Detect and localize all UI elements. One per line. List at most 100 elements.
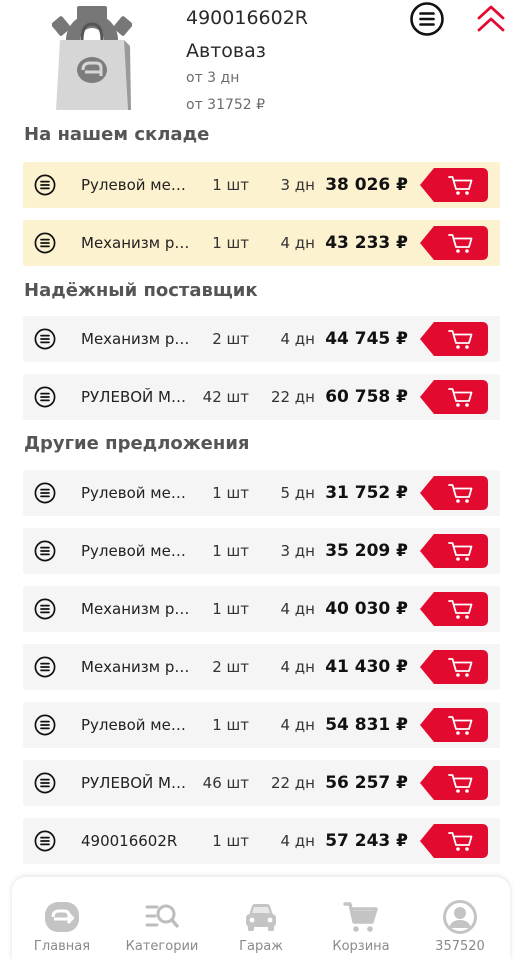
- offer-row[interactable]: РУЛЕВОЙ МЕХАНИЗМ 46 шт 22 дн 56 257 ₽: [23, 760, 500, 806]
- offer-price: 57 243 ₽: [325, 831, 408, 851]
- offer-qty: 1 шт: [212, 176, 249, 194]
- offer-qty: 1 шт: [212, 600, 249, 618]
- nav-label-garage: Гараж: [239, 939, 283, 954]
- section-title-other-offers: Другие предложения: [24, 433, 250, 454]
- chevron-double-up-icon[interactable]: [474, 2, 508, 36]
- nav-garage[interactable]: Гараж: [213, 877, 309, 960]
- offer-days: 3 дн: [280, 176, 316, 194]
- list-circle-icon[interactable]: [34, 598, 56, 620]
- offer-price: 60 758 ₽: [325, 387, 408, 407]
- offer-price: 31 752 ₽: [325, 483, 408, 503]
- list-circle-icon[interactable]: [34, 830, 56, 852]
- list-circle-icon[interactable]: [34, 714, 56, 736]
- product-header: 490016602R Автоваз от 3 дн от 31752 ₽: [0, 0, 523, 120]
- offer-qty: 1 шт: [212, 832, 249, 850]
- offer-row[interactable]: Механизм рулевой 1 шт 4 дн 43 233 ₽: [23, 220, 500, 266]
- offer-name: Рулевой механизм: [81, 484, 193, 502]
- offer-row[interactable]: РУЛЕВОЙ МЕХАНИЗМ 42 шт 22 дн 60 758 ₽: [23, 374, 500, 420]
- offer-name: Механизм рулевой: [81, 330, 193, 348]
- add-to-cart-button[interactable]: [420, 708, 488, 742]
- offer-name: Рулевой механизм: [81, 716, 193, 734]
- brand-name: Автоваз: [186, 40, 266, 62]
- offer-days: 4 дн: [280, 600, 316, 618]
- list-circle-icon[interactable]: [34, 386, 56, 408]
- offer-qty: 1 шт: [212, 716, 249, 734]
- offer-days: 4 дн: [280, 234, 316, 252]
- add-to-cart-button[interactable]: [420, 168, 488, 202]
- product-image: [52, 6, 132, 110]
- offer-price: 40 030 ₽: [325, 599, 408, 619]
- offer-qty: 2 шт: [212, 330, 249, 348]
- add-to-cart-button[interactable]: [420, 226, 488, 260]
- offer-row[interactable]: Рулевой механизм 1 шт 5 дн 31 752 ₽: [23, 470, 500, 516]
- car-icon: [246, 904, 276, 931]
- list-circle-icon[interactable]: [34, 232, 56, 254]
- offer-price: 43 233 ₽: [325, 233, 408, 253]
- add-to-cart-button[interactable]: [420, 592, 488, 626]
- offer-days: 5 дн: [280, 484, 316, 502]
- offer-name: РУЛЕВОЙ МЕХАНИЗМ: [81, 774, 193, 792]
- add-to-cart-button[interactable]: [420, 766, 488, 800]
- section-title-reliable-supplier: Надёжный поставщик: [24, 280, 258, 301]
- offer-price: 44 745 ₽: [325, 329, 408, 349]
- list-circle-icon[interactable]: [34, 656, 56, 678]
- offer-row[interactable]: Рулевой механизм 1 шт 4 дн 54 831 ₽: [23, 702, 500, 748]
- add-to-cart-button[interactable]: [420, 534, 488, 568]
- offer-days: 22 дн: [270, 388, 315, 406]
- home-logo-icon: [45, 902, 79, 932]
- section-title-own-stock: На нашем складе: [24, 124, 210, 145]
- cart-icon: [343, 902, 378, 932]
- offer-qty: 1 шт: [212, 234, 249, 252]
- nav-label-home: Главная: [33, 939, 91, 954]
- offer-days: 4 дн: [280, 832, 316, 850]
- offer-qty: 42 шт: [202, 388, 249, 406]
- offer-price: 38 026 ₽: [325, 175, 408, 195]
- offer-days: 4 дн: [280, 330, 316, 348]
- nav-label-cart: Корзина: [332, 939, 390, 954]
- offer-qty: 46 шт: [202, 774, 249, 792]
- list-circle-icon[interactable]: [34, 482, 56, 504]
- list-circle-icon[interactable]: [34, 772, 56, 794]
- nav-label-profile: 357520: [435, 939, 485, 954]
- offer-row[interactable]: Механизм рулевой 2 шт 4 дн 44 745 ₽: [23, 316, 500, 362]
- offer-row[interactable]: 490016602R 1 шт 4 дн 57 243 ₽: [23, 818, 500, 864]
- nav-cart[interactable]: Корзина: [313, 877, 409, 960]
- offer-row[interactable]: Рулевой механизм 1 шт 3 дн 35 209 ₽: [23, 528, 500, 574]
- menu-circle-icon[interactable]: [409, 1, 445, 37]
- offer-price: 35 209 ₽: [325, 541, 408, 561]
- offer-days: 22 дн: [270, 774, 315, 792]
- offer-price: 56 257 ₽: [325, 773, 408, 793]
- list-circle-icon[interactable]: [34, 174, 56, 196]
- nav-categories[interactable]: Категории: [114, 877, 210, 960]
- add-to-cart-button[interactable]: [420, 650, 488, 684]
- offer-row[interactable]: Рулевой механизм 1 шт 3 дн 38 026 ₽: [23, 162, 500, 208]
- offer-name: Механизм рулевой: [81, 600, 193, 618]
- offer-name: 490016602R: [81, 832, 178, 850]
- offer-qty: 2 шт: [212, 658, 249, 676]
- offer-row[interactable]: Механизм рулевой 2 шт 4 дн 41 430 ₽: [23, 644, 500, 690]
- nav-profile[interactable]: 357520: [412, 877, 508, 960]
- offer-days: 4 дн: [280, 716, 316, 734]
- offer-days: 4 дн: [280, 658, 316, 676]
- offer-price: 54 831 ₽: [325, 715, 408, 735]
- nav-home[interactable]: Главная: [14, 877, 110, 960]
- nav-label-categories: Категории: [125, 939, 199, 954]
- bottom-navigation: Главная Категории Гараж Корзина 357520: [12, 877, 510, 960]
- offer-price: 41 430 ₽: [325, 657, 408, 677]
- price-from: от 31752 ₽: [186, 97, 266, 113]
- offer-name: Механизм рулевой: [81, 234, 193, 252]
- offer-row[interactable]: Механизм рулевой 1 шт 4 дн 40 030 ₽: [23, 586, 500, 632]
- profile-icon: [443, 900, 477, 934]
- add-to-cart-button[interactable]: [420, 824, 488, 858]
- offer-name: РУЛЕВОЙ МЕХАНИЗМ: [81, 388, 193, 406]
- offer-qty: 1 шт: [212, 542, 249, 560]
- offer-days: 3 дн: [280, 542, 316, 560]
- categories-search-icon: [145, 904, 179, 928]
- add-to-cart-button[interactable]: [420, 380, 488, 414]
- delivery-time: от 3 дн: [186, 70, 240, 86]
- add-to-cart-button[interactable]: [420, 476, 488, 510]
- list-circle-icon[interactable]: [34, 328, 56, 350]
- list-circle-icon[interactable]: [34, 540, 56, 562]
- part-number: 490016602R: [186, 7, 308, 29]
- add-to-cart-button[interactable]: [420, 322, 488, 356]
